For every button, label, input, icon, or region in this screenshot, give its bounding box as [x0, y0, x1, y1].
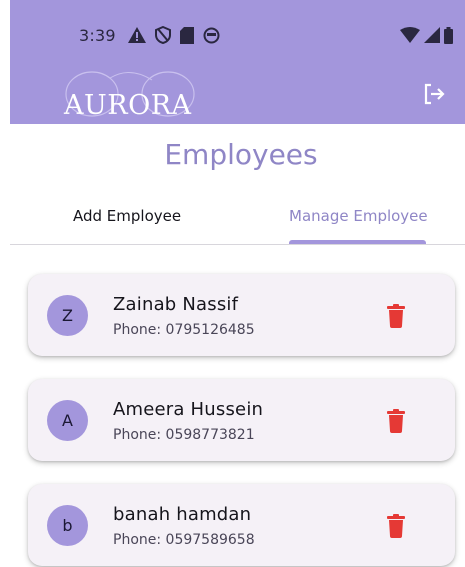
sd-card-icon — [180, 26, 194, 44]
employee-phone: Phone: 0598773821 — [113, 427, 255, 443]
employee-name: Zainab Nassif — [113, 294, 239, 315]
delete-icon[interactable] — [386, 514, 406, 538]
employee-phone: Phone: 0597589658 — [113, 532, 255, 548]
logout-icon — [424, 83, 445, 105]
delete-icon[interactable] — [386, 409, 406, 433]
tab-add-employee[interactable]: Add Employee — [73, 207, 181, 225]
tab-divider — [10, 244, 465, 245]
aurora-logo: AURORA — [60, 68, 210, 121]
tab-manage-employee[interactable]: Manage Employee — [289, 207, 428, 225]
avatar: Z — [47, 295, 88, 336]
delete-icon[interactable] — [386, 304, 406, 328]
employee-name: banah hamdan — [113, 504, 252, 525]
status-time: 3:39 — [79, 26, 116, 45]
employee-phone: Phone: 0795126485 — [113, 322, 255, 338]
vpn-icon — [203, 27, 220, 43]
wifi-icon — [400, 27, 420, 43]
battery-icon — [444, 26, 453, 44]
avatar: A — [47, 400, 88, 441]
employee-card[interactable]: b banah hamdan Phone: 0597589658 — [28, 484, 455, 566]
logo-text: AURORA — [64, 90, 192, 121]
shield-icon — [155, 26, 171, 44]
signal-icon — [424, 27, 440, 43]
status-icons-right — [400, 24, 453, 46]
logout-button[interactable] — [420, 80, 448, 108]
alert-icon — [128, 27, 146, 43]
employee-card[interactable]: A Ameera Hussein Phone: 0598773821 — [28, 379, 455, 461]
employee-name: Ameera Hussein — [113, 399, 264, 420]
avatar: b — [47, 505, 88, 546]
status-icons-left — [128, 24, 220, 46]
page-title: Employees — [164, 138, 318, 171]
app-header: 3:39 AURORA — [10, 0, 465, 124]
employee-card[interactable]: Z Zainab Nassif Phone: 0795126485 — [28, 274, 455, 356]
